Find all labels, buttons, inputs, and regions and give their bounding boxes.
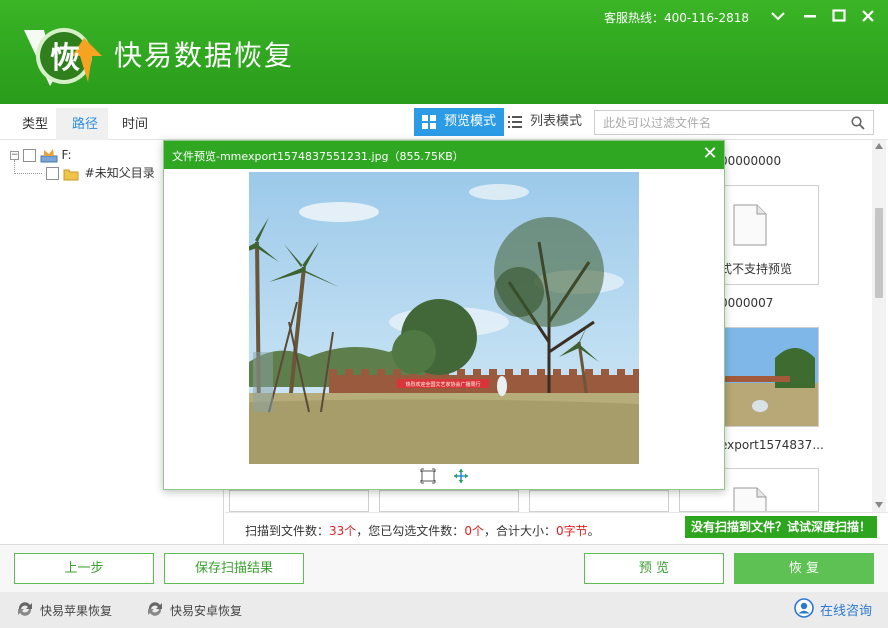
- collapse-icon[interactable]: −: [10, 151, 19, 160]
- scan-summary: 扫描到文件数：33个，您已勾选文件数：0个，合计大小：0字节。: [245, 522, 600, 539]
- file-name: export1574837...: [720, 438, 824, 452]
- list-icon: [508, 116, 522, 128]
- apple-recovery-label: 快易苹果恢复: [40, 604, 113, 618]
- partial-file-label: 00000000: [720, 154, 782, 168]
- android-recovery-link[interactable]: 快易安卓恢复: [146, 602, 242, 619]
- tab-path[interactable]: 路径: [72, 113, 98, 132]
- recovery-icon: [18, 602, 32, 616]
- svg-text:热烈欢迎全国文艺家协会广播周行: 热烈欢迎全国文艺家协会广播周行: [405, 381, 480, 388]
- footer: 快易苹果恢复 快易安卓恢复 在线咨询: [0, 592, 888, 628]
- prev-step-button[interactable]: 上一步: [14, 553, 154, 584]
- filter-input[interactable]: [595, 111, 835, 134]
- file-card[interactable]: [379, 490, 519, 512]
- vertical-scrollbar[interactable]: [872, 140, 886, 512]
- android-recovery-label: 快易安卓恢复: [170, 604, 243, 618]
- scrollbar-thumb[interactable]: [875, 208, 883, 298]
- tab-type[interactable]: 类型: [22, 113, 48, 132]
- minimize-icon[interactable]: [799, 6, 821, 26]
- dropdown-menu-icon[interactable]: [767, 6, 789, 26]
- summary-mid2: ，合计大小：: [483, 524, 556, 538]
- file-card[interactable]: [529, 490, 669, 512]
- file-card[interactable]: [229, 490, 369, 512]
- app-header: 恢 快易数据恢复 客服热线：400-116-2818: [0, 0, 888, 104]
- summary-mid1: ，您已勾选文件数：: [356, 524, 465, 538]
- folder-label: #未知父目录: [84, 166, 155, 180]
- folder-icon: [63, 169, 79, 180]
- status-bar: 扫描到文件数：33个，您已勾选文件数：0个，合计大小：0字节。 没有扫描到文件？…: [225, 512, 888, 544]
- file-preview-dialog: 文件预览-mmexport1574837551231.jpg（855.75KB）…: [163, 140, 725, 490]
- drive-checkbox[interactable]: [22, 149, 36, 162]
- grid-icon: [422, 115, 436, 129]
- online-consult-link[interactable]: 在线咨询: [794, 598, 873, 619]
- scanned-count: 33个: [329, 524, 357, 538]
- close-icon[interactable]: [857, 6, 879, 26]
- actual-size-icon[interactable]: [453, 468, 469, 484]
- deep-scan-button[interactable]: 没有扫描到文件？试试深度扫描！: [685, 516, 878, 538]
- preview-mode-label: 预览模式: [444, 114, 497, 129]
- total-size: 0字节: [555, 524, 588, 538]
- app-title: 快易数据恢复: [114, 39, 295, 72]
- tree-node-drive[interactable]: − F:: [10, 146, 72, 164]
- document-icon: [733, 204, 767, 246]
- scroll-down-icon[interactable]: [875, 502, 883, 508]
- app-logo: 恢: [24, 28, 102, 86]
- summary-prefix: 扫描到文件数：: [245, 524, 330, 538]
- apple-recovery-link[interactable]: 快易苹果恢复: [16, 602, 112, 619]
- dialog-title-bar[interactable]: 文件预览-mmexport1574837551231.jpg（855.75KB）…: [164, 141, 724, 169]
- tree-connector: [14, 173, 42, 174]
- checked-count: 0个: [464, 524, 484, 538]
- preview-mode-button[interactable]: 预览模式: [414, 108, 505, 136]
- list-mode-label: 列表模式: [530, 114, 583, 129]
- online-consult-label: 在线咨询: [820, 604, 873, 619]
- recovery-icon: [148, 602, 162, 616]
- file-name: 0000007: [720, 296, 774, 310]
- preview-image: 热烈欢迎全国文艺家协会广播周行: [249, 172, 639, 464]
- svg-text:恢: 恢: [50, 41, 80, 76]
- folder-checkbox[interactable]: [46, 167, 59, 180]
- document-icon: [733, 487, 767, 511]
- dialog-title: 文件预览-mmexport1574837551231.jpg（855.75KB）: [172, 150, 464, 163]
- unsupported-preview-text: 式不支持预览: [720, 262, 793, 276]
- fit-to-window-icon[interactable]: [420, 468, 436, 484]
- tree-connector: [14, 160, 15, 174]
- user-support-icon: [794, 598, 814, 618]
- action-bar: 上一步 保存扫描结果 预 览 恢 复: [0, 544, 888, 592]
- search-icon[interactable]: [851, 116, 865, 130]
- toolbar: 类型 路径 时间 预览模式 列表模式: [0, 104, 888, 140]
- tree-node-unknown-parent[interactable]: #未知父目录: [46, 164, 155, 182]
- preview-button[interactable]: 预 览: [584, 553, 724, 584]
- hotline-text: 客服热线：400-116-2818: [604, 11, 750, 25]
- filter-box: [594, 110, 874, 135]
- recover-button[interactable]: 恢 复: [734, 553, 874, 584]
- drive-icon: [40, 148, 58, 162]
- drive-label: F:: [61, 148, 72, 162]
- dialog-close-icon[interactable]: ✕: [700, 143, 720, 165]
- summary-suffix: 。: [587, 524, 600, 538]
- tab-time[interactable]: 时间: [122, 113, 148, 132]
- scroll-up-icon[interactable]: [875, 143, 883, 149]
- save-scan-result-button[interactable]: 保存扫描结果: [164, 553, 304, 584]
- maximize-icon[interactable]: [828, 6, 850, 26]
- list-mode-button[interactable]: 列表模式: [500, 108, 590, 136]
